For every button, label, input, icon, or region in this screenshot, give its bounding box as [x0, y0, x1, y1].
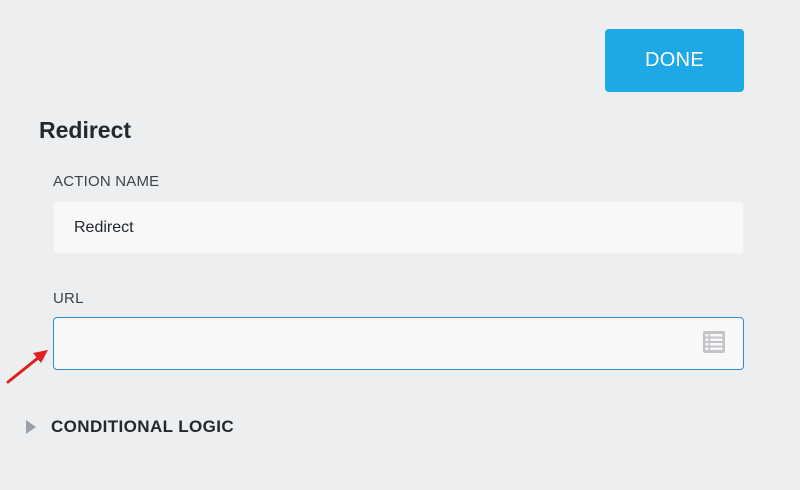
- conditional-logic-toggle[interactable]: CONDITIONAL LOGIC: [26, 414, 234, 440]
- action-name-input[interactable]: [53, 201, 744, 254]
- action-name-label: ACTION NAME: [53, 173, 160, 190]
- triangle-right-icon: [26, 420, 36, 434]
- section-title: Redirect: [39, 117, 132, 143]
- merge-tag-icon[interactable]: [702, 330, 726, 354]
- done-button[interactable]: DONE: [605, 29, 744, 92]
- conditional-logic-label: CONDITIONAL LOGIC: [51, 417, 235, 436]
- red-arrow-icon: [6, 350, 48, 384]
- url-input[interactable]: [53, 317, 744, 370]
- url-label: URL: [53, 290, 84, 307]
